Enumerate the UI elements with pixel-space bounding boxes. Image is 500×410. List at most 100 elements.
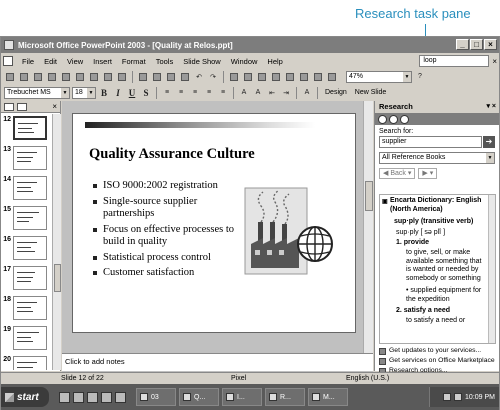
volume-icon[interactable]	[454, 393, 463, 401]
slide-thumbnail[interactable]	[13, 356, 47, 370]
reference-source-select[interactable]: All Reference Books ▼	[379, 152, 495, 164]
start-searching-icon[interactable]: ➔	[483, 136, 495, 148]
maximize-button[interactable]: □	[470, 39, 483, 50]
slide-scrollbar[interactable]	[363, 101, 373, 371]
bullets-icon[interactable]: ≡	[217, 87, 229, 99]
thumbnail-row[interactable]: 13	[1, 144, 52, 174]
insert-chart-icon[interactable]	[228, 71, 240, 83]
headword[interactable]: sup·ply (transitive verb)	[380, 216, 495, 227]
network-icon[interactable]	[443, 393, 452, 401]
font-size-select[interactable]: 18 ▼	[72, 86, 96, 99]
slides-tab[interactable]	[17, 102, 27, 111]
word-icon[interactable]	[59, 391, 70, 403]
browser-icon[interactable]	[87, 391, 98, 403]
slide-thumbnail[interactable]	[13, 206, 47, 230]
forward-nav-icon[interactable]	[389, 114, 398, 124]
outline-tab[interactable]	[4, 102, 14, 111]
spelling-icon[interactable]	[102, 71, 114, 83]
thumbnail-row[interactable]: 19	[1, 324, 52, 354]
notes-pane[interactable]: Click to add notes	[62, 353, 373, 371]
print-icon[interactable]	[74, 71, 86, 83]
shadow-button[interactable]: S	[140, 87, 152, 99]
email-icon[interactable]	[60, 71, 72, 83]
scrollbar-thumb[interactable]	[54, 264, 61, 292]
menu-slide-show[interactable]: Slide Show	[178, 57, 226, 66]
minimize-button[interactable]: _	[456, 39, 469, 50]
thumbnail-row[interactable]: 15	[1, 204, 52, 234]
thumbnail-row[interactable]: 16	[1, 234, 52, 264]
numbering-icon[interactable]: ≡	[203, 87, 215, 99]
slide-bullet-list[interactable]: ISO 9000:2002 registration Single-source…	[93, 180, 243, 283]
tables-borders-icon[interactable]	[256, 71, 268, 83]
results-scrollbar[interactable]	[488, 195, 495, 343]
design-button[interactable]: Design	[322, 89, 350, 96]
ask-question-box[interactable]: loop	[419, 55, 490, 67]
slide-thumbnail[interactable]	[13, 176, 47, 200]
undo-icon[interactable]: ↶	[193, 71, 205, 83]
menu-view[interactable]: View	[62, 57, 88, 66]
permission-icon[interactable]	[46, 71, 58, 83]
slide-thumbnail[interactable]	[13, 266, 47, 290]
taskbar-item[interactable]: M...	[308, 388, 348, 406]
redo-icon[interactable]: ↷	[207, 71, 219, 83]
thumbnail-row[interactable]: 14	[1, 174, 52, 204]
outlook-icon[interactable]	[73, 391, 84, 403]
show-grid-icon[interactable]	[312, 71, 324, 83]
increase-indent-icon[interactable]: ⇥	[280, 87, 292, 99]
thumbnail-row[interactable]: 18	[1, 294, 52, 324]
decrease-font-icon[interactable]: A	[252, 87, 264, 99]
print-preview-icon[interactable]	[88, 71, 100, 83]
research-icon[interactable]	[116, 71, 128, 83]
taskbar-item[interactable]: I...	[222, 388, 262, 406]
thumbnails-scrollbar[interactable]	[52, 114, 61, 370]
insert-hyperlink-icon[interactable]	[270, 71, 282, 83]
taskbar-item[interactable]: 03	[136, 388, 176, 406]
forward-button[interactable]: ▶ ▾	[418, 168, 438, 179]
slide-thumbnail[interactable]	[13, 296, 47, 320]
search-input[interactable]: supplier	[379, 136, 482, 148]
menu-help[interactable]: Help	[262, 57, 287, 66]
research-link[interactable]: Get updates to your services...	[375, 346, 500, 356]
close-pane-icon[interactable]: ▾ ×	[486, 101, 496, 113]
color-grayscale-icon[interactable]	[326, 71, 338, 83]
bold-button[interactable]: B	[98, 87, 110, 99]
dictionary-source-title[interactable]: ▣ Encarta Dictionary: English (North Ame…	[380, 195, 495, 216]
align-left-icon[interactable]: ≡	[161, 87, 173, 99]
factory-globe-clipart[interactable]	[241, 182, 337, 282]
open-icon[interactable]	[18, 71, 30, 83]
new-slide-button[interactable]: New Slide	[352, 89, 390, 96]
menu-insert[interactable]: Insert	[88, 57, 117, 66]
font-color-icon[interactable]: A	[301, 87, 313, 99]
research-link[interactable]: Get services on Office Marketplace	[375, 356, 500, 366]
slide-thumbnail[interactable]	[13, 236, 47, 260]
help-icon[interactable]: ?	[414, 71, 426, 83]
underline-button[interactable]: U	[126, 87, 138, 99]
zoom-select[interactable]: 47% ▼	[346, 70, 412, 83]
show-formatting-icon[interactable]	[298, 71, 310, 83]
back-nav-icon[interactable]	[378, 114, 387, 124]
format-painter-icon[interactable]	[179, 71, 191, 83]
menu-format[interactable]: Format	[117, 57, 151, 66]
copy-icon[interactable]	[151, 71, 163, 83]
home-icon[interactable]	[400, 114, 409, 124]
align-right-icon[interactable]: ≡	[189, 87, 201, 99]
new-icon[interactable]	[4, 71, 16, 83]
start-button[interactable]: start	[1, 387, 49, 407]
menu-tools[interactable]: Tools	[151, 57, 179, 66]
scrollbar-thumb[interactable]	[365, 181, 373, 211]
slide-title[interactable]: Quality Assurance Culture	[89, 146, 255, 163]
save-icon[interactable]	[32, 71, 44, 83]
taskbar-item[interactable]: R...	[265, 388, 305, 406]
slide-thumbnail[interactable]	[13, 326, 47, 350]
thumbnail-row[interactable]: 12	[1, 114, 52, 144]
font-select[interactable]: Trebuchet MS ▼	[4, 86, 70, 99]
close-button[interactable]: ×	[484, 39, 497, 50]
thumbnail-row[interactable]: 17	[1, 264, 52, 294]
expand-all-icon[interactable]	[284, 71, 296, 83]
menu-edit[interactable]: Edit	[39, 57, 62, 66]
slide-canvas[interactable]: Quality Assurance Culture ISO 9000:2002 …	[72, 113, 356, 333]
close-pane-icon[interactable]: ×	[52, 102, 57, 111]
slide-thumbnail[interactable]	[13, 146, 47, 170]
desktop-icon[interactable]	[115, 391, 126, 403]
cut-icon[interactable]	[137, 71, 149, 83]
